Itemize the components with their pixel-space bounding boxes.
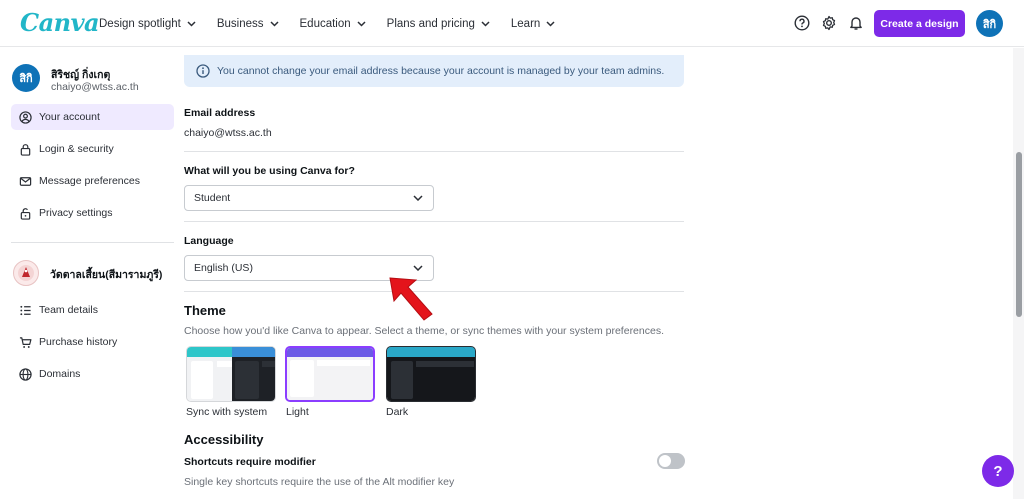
nav-education[interactable]: Education bbox=[300, 18, 366, 30]
nav-label: Design spotlight bbox=[99, 17, 181, 30]
usage-label: What will you be using Canva for? bbox=[184, 165, 355, 177]
theme-card-sync[interactable] bbox=[186, 346, 276, 402]
chevron-down-icon bbox=[357, 20, 366, 27]
sidebar-item-privacy-settings[interactable]: Privacy settings bbox=[11, 200, 174, 226]
sidebar-item-your-account[interactable]: Your account bbox=[11, 104, 174, 130]
shortcuts-label: Shortcuts require modifier bbox=[184, 456, 316, 468]
sidebar-item-label: Team details bbox=[39, 304, 98, 316]
scrollbar-thumb[interactable] bbox=[1016, 152, 1022, 317]
team-name: วัดตาลเสี้ยน(สีมารามภูรี) bbox=[50, 269, 163, 281]
lock-icon bbox=[18, 142, 32, 156]
dark-theme-preview bbox=[387, 347, 475, 401]
sidebar-divider bbox=[11, 242, 174, 243]
profile-email: chaiyo@wtss.ac.th bbox=[51, 81, 139, 93]
red-arrow-annotation bbox=[389, 277, 433, 321]
usage-select-value: Student bbox=[194, 192, 231, 204]
nav-label: Plans and pricing bbox=[386, 17, 475, 30]
theme-card-light[interactable] bbox=[285, 346, 375, 402]
chevron-down-icon bbox=[187, 20, 196, 27]
language-label: Language bbox=[184, 235, 234, 247]
sidebar-item-purchase-history[interactable]: Purchase history bbox=[11, 329, 174, 355]
divider bbox=[184, 221, 684, 222]
shortcuts-description: Single key shortcuts require the use of … bbox=[184, 476, 455, 488]
chevron-down-icon bbox=[413, 195, 423, 201]
nav-plans-and-pricing[interactable]: Plans and pricing bbox=[387, 18, 490, 30]
sidebar-item-team-details[interactable]: Team details bbox=[11, 297, 174, 323]
chevron-down-icon bbox=[413, 265, 423, 271]
nav-label: Learn bbox=[510, 17, 541, 30]
team-logo bbox=[13, 260, 39, 286]
theme-description: Choose how you'd like Canva to appear. S… bbox=[184, 325, 664, 337]
cart-icon bbox=[18, 335, 32, 349]
sync-theme-preview bbox=[187, 347, 275, 401]
sidebar-item-label: Message preferences bbox=[39, 175, 140, 187]
theme-title: Theme bbox=[184, 303, 226, 318]
light-theme-preview bbox=[287, 348, 373, 400]
nav-label: Education bbox=[299, 17, 351, 30]
sidebar-item-domains[interactable]: Domains bbox=[11, 361, 174, 387]
theme-label-light: Light bbox=[286, 406, 309, 418]
mail-icon bbox=[18, 174, 32, 188]
account-avatar[interactable]: สิกิ bbox=[976, 10, 1003, 37]
globe-icon bbox=[18, 367, 32, 381]
sidebar-item-login-security[interactable]: Login & security bbox=[11, 136, 174, 162]
usage-select[interactable]: Student bbox=[184, 185, 434, 211]
info-banner: You cannot change your email address bec… bbox=[184, 55, 684, 87]
sidebar-item-label: Domains bbox=[39, 368, 81, 380]
email-label: Email address bbox=[184, 107, 256, 119]
sidebar-item-message-preferences[interactable]: Message preferences bbox=[11, 168, 174, 194]
privacy-lock-icon bbox=[18, 206, 32, 220]
shortcuts-toggle[interactable] bbox=[657, 453, 685, 469]
help-button[interactable]: ? bbox=[982, 455, 1014, 487]
nav-design-spotlight[interactable]: Design spotlight bbox=[99, 18, 196, 30]
banner-text: You cannot change your email address bec… bbox=[217, 65, 665, 77]
language-select-value: English (US) bbox=[194, 262, 253, 274]
create-design-button[interactable]: Create a design bbox=[874, 10, 965, 37]
main-nav: Design spotlight Business Education Plan… bbox=[99, 0, 576, 47]
user-circle-icon bbox=[18, 110, 32, 124]
sidebar-item-label: Purchase history bbox=[39, 336, 118, 348]
sidebar-item-label: Privacy settings bbox=[39, 207, 113, 219]
chevron-down-icon bbox=[481, 20, 490, 27]
profile-avatar: สิกิ bbox=[12, 64, 40, 92]
settings-icon[interactable] bbox=[819, 13, 839, 33]
bell-icon[interactable] bbox=[846, 13, 866, 33]
nav-label: Business bbox=[216, 17, 264, 30]
email-value: chaiyo@wtss.ac.th bbox=[184, 127, 272, 139]
chevron-down-icon bbox=[269, 20, 279, 27]
nav-business[interactable]: Business bbox=[217, 18, 279, 30]
theme-label-dark: Dark bbox=[386, 406, 409, 418]
divider bbox=[184, 151, 684, 152]
help-icon[interactable] bbox=[792, 13, 812, 33]
theme-card-dark[interactable] bbox=[386, 346, 476, 402]
info-icon bbox=[196, 64, 210, 78]
nav-learn[interactable]: Learn bbox=[511, 18, 555, 30]
canva-logo[interactable]: Canva bbox=[20, 8, 100, 37]
sidebar-item-label: Your account bbox=[39, 111, 100, 123]
sidebar-item-label: Login & security bbox=[39, 143, 114, 155]
toggle-knob bbox=[659, 455, 671, 467]
account-sidebar: สิกิ สิริชญ์ กิ่งเกตุ chaiyo@wtss.ac.th … bbox=[0, 48, 180, 499]
theme-label-sync: Sync with system bbox=[186, 406, 268, 418]
top-navigation-bar: Canva Design spotlight Business Educatio… bbox=[0, 0, 1024, 47]
list-icon bbox=[18, 303, 32, 317]
chevron-down-icon bbox=[546, 20, 555, 27]
accessibility-title: Accessibility bbox=[184, 432, 264, 447]
